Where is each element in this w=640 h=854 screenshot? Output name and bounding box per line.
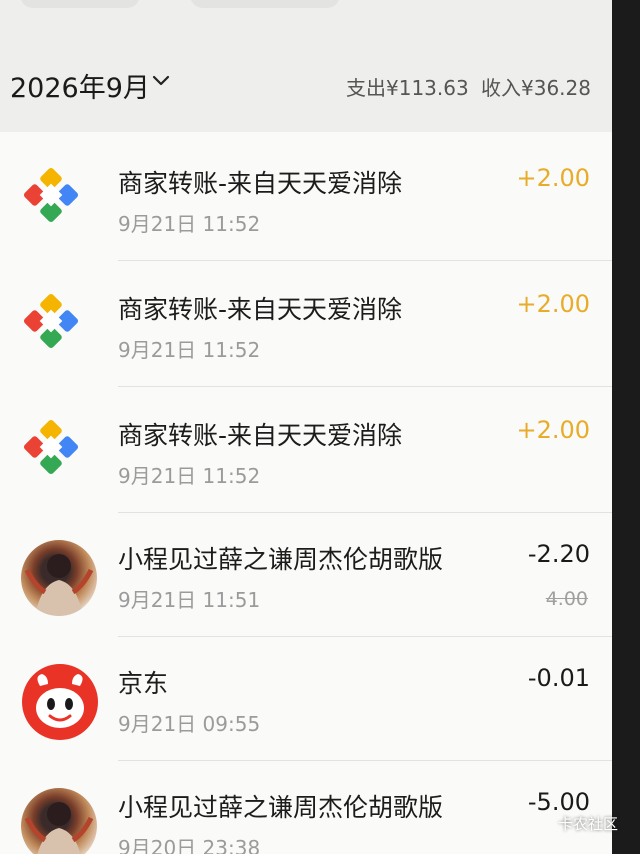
transaction-row[interactable]: 小程见过薛之谦周杰伦胡歌版 9月20日 23:38 -5.00 — [0, 760, 612, 854]
filter-pill-right[interactable] — [190, 0, 340, 8]
original-amount: 4.00 — [545, 588, 588, 610]
expense-total: 支出¥113.63 — [346, 76, 469, 100]
transaction-amount: -2.20 — [527, 540, 590, 568]
transaction-time: 9月21日 11:51 — [118, 588, 261, 612]
divider — [118, 386, 612, 387]
avatar — [21, 788, 97, 854]
transaction-amount: +2.00 — [516, 290, 590, 318]
merchant-transfer-icon — [23, 167, 79, 223]
transaction-time: 9月21日 11:52 — [118, 464, 261, 488]
transaction-amount: +2.00 — [516, 416, 590, 444]
transaction-row[interactable]: 商家转账-来自天天爱消除 9月21日 11:52 +2.00 — [0, 262, 612, 387]
screen-edge — [612, 0, 640, 854]
transaction-time: 9月21日 09:55 — [118, 712, 261, 736]
watermark: 卡农社区 — [557, 815, 618, 833]
avatar — [21, 540, 97, 616]
month-selector[interactable]: 2026年9月 — [10, 66, 150, 105]
income-total: 收入¥36.28 — [481, 76, 591, 100]
transaction-title: 商家转账-来自天天爱消除 — [118, 169, 403, 198]
divider — [118, 260, 612, 261]
bill-screen: 2026年9月 支出¥113.63 收入¥36.28 商家转账-来自天天爱消除 … — [0, 0, 612, 854]
transaction-amount: -5.00 — [527, 788, 590, 816]
filter-pill-left[interactable] — [20, 0, 140, 8]
merchant-transfer-icon — [23, 419, 79, 475]
transaction-row[interactable]: 商家转账-来自天天爱消除 9月21日 11:52 +2.00 — [0, 136, 612, 261]
transaction-row[interactable]: 京东 9月21日 09:55 -0.01 — [0, 636, 612, 761]
transaction-time: 9月21日 11:52 — [118, 338, 261, 362]
transaction-time: 9月21日 11:52 — [118, 212, 261, 236]
transaction-row[interactable]: 小程见过薛之谦周杰伦胡歌版 9月21日 11:51 -2.20 4.00 — [0, 512, 612, 637]
chevron-down-icon[interactable] — [152, 74, 170, 88]
transaction-title: 商家转账-来自天天爱消除 — [118, 295, 403, 324]
top-filter-bar — [0, 0, 612, 40]
transaction-row[interactable]: 商家转账-来自天天爱消除 9月21日 11:52 +2.00 — [0, 388, 612, 513]
jd-icon — [22, 664, 98, 740]
transaction-amount: +2.00 — [516, 164, 590, 192]
transaction-title: 商家转账-来自天天爱消除 — [118, 421, 403, 450]
transaction-title: 京东 — [118, 669, 169, 698]
transaction-title: 小程见过薛之谦周杰伦胡歌版 — [118, 793, 444, 822]
transaction-title: 小程见过薛之谦周杰伦胡歌版 — [118, 545, 444, 574]
transaction-amount: -0.01 — [527, 664, 590, 692]
merchant-transfer-icon — [23, 293, 79, 349]
transaction-time: 9月20日 23:38 — [118, 836, 261, 854]
